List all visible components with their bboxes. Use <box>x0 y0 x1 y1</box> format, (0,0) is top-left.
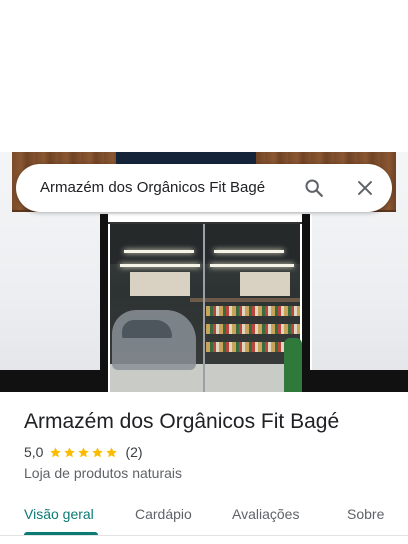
tab-menu[interactable]: Cardápio <box>135 494 192 534</box>
photo-frame-right <box>302 214 310 392</box>
photo-poster <box>130 272 190 296</box>
photo-door-split <box>203 224 205 392</box>
place-title: Armazém dos Orgânicos Fit Bagé <box>24 410 340 433</box>
close-icon <box>358 181 372 195</box>
search-button[interactable] <box>296 170 332 206</box>
photo-car-reflection <box>112 310 196 370</box>
photo-light <box>120 264 200 267</box>
tab-about[interactable]: Sobre <box>347 494 384 534</box>
tab-overview[interactable]: Visão geral <box>24 494 94 534</box>
rating-row[interactable]: 5,0 (2) <box>24 443 143 461</box>
photo-wall-base <box>310 370 408 392</box>
photo-car-window <box>122 320 172 338</box>
photo-frame-left <box>100 214 108 392</box>
blank-top-area <box>0 0 408 152</box>
search-icon <box>305 179 323 197</box>
photo-plant <box>284 338 302 392</box>
photo-poster <box>240 272 290 296</box>
rating-value: 5,0 <box>24 444 44 460</box>
star-icon <box>78 446 90 457</box>
star-rating <box>49 446 119 459</box>
star-icon <box>106 446 118 457</box>
photo-door-top <box>104 214 308 224</box>
star-icon <box>50 446 62 457</box>
search-input[interactable]: Armazém dos Orgânicos Fit Bagé <box>40 164 265 212</box>
close-button[interactable] <box>347 170 383 206</box>
place-tabs: Visão geral Cardápio Avaliações Sobre <box>0 494 408 538</box>
photo-shelf <box>190 298 300 302</box>
star-icon <box>64 446 76 457</box>
photo-ceiling <box>110 224 300 264</box>
photo-glass-door <box>110 224 300 392</box>
photo-wall-base <box>0 370 100 392</box>
star-icon <box>92 446 104 457</box>
review-count[interactable]: (2) <box>125 444 142 460</box>
search-bar[interactable]: Armazém dos Orgânicos Fit Bagé <box>16 164 392 212</box>
photo-light <box>124 250 194 253</box>
photo-products <box>206 306 300 316</box>
tab-reviews[interactable]: Avaliações <box>232 494 299 534</box>
photo-light <box>214 250 284 253</box>
tabs-divider <box>0 535 408 536</box>
photo-light <box>210 264 294 267</box>
photo-products <box>206 324 300 334</box>
place-category[interactable]: Loja de produtos naturais <box>24 464 182 482</box>
